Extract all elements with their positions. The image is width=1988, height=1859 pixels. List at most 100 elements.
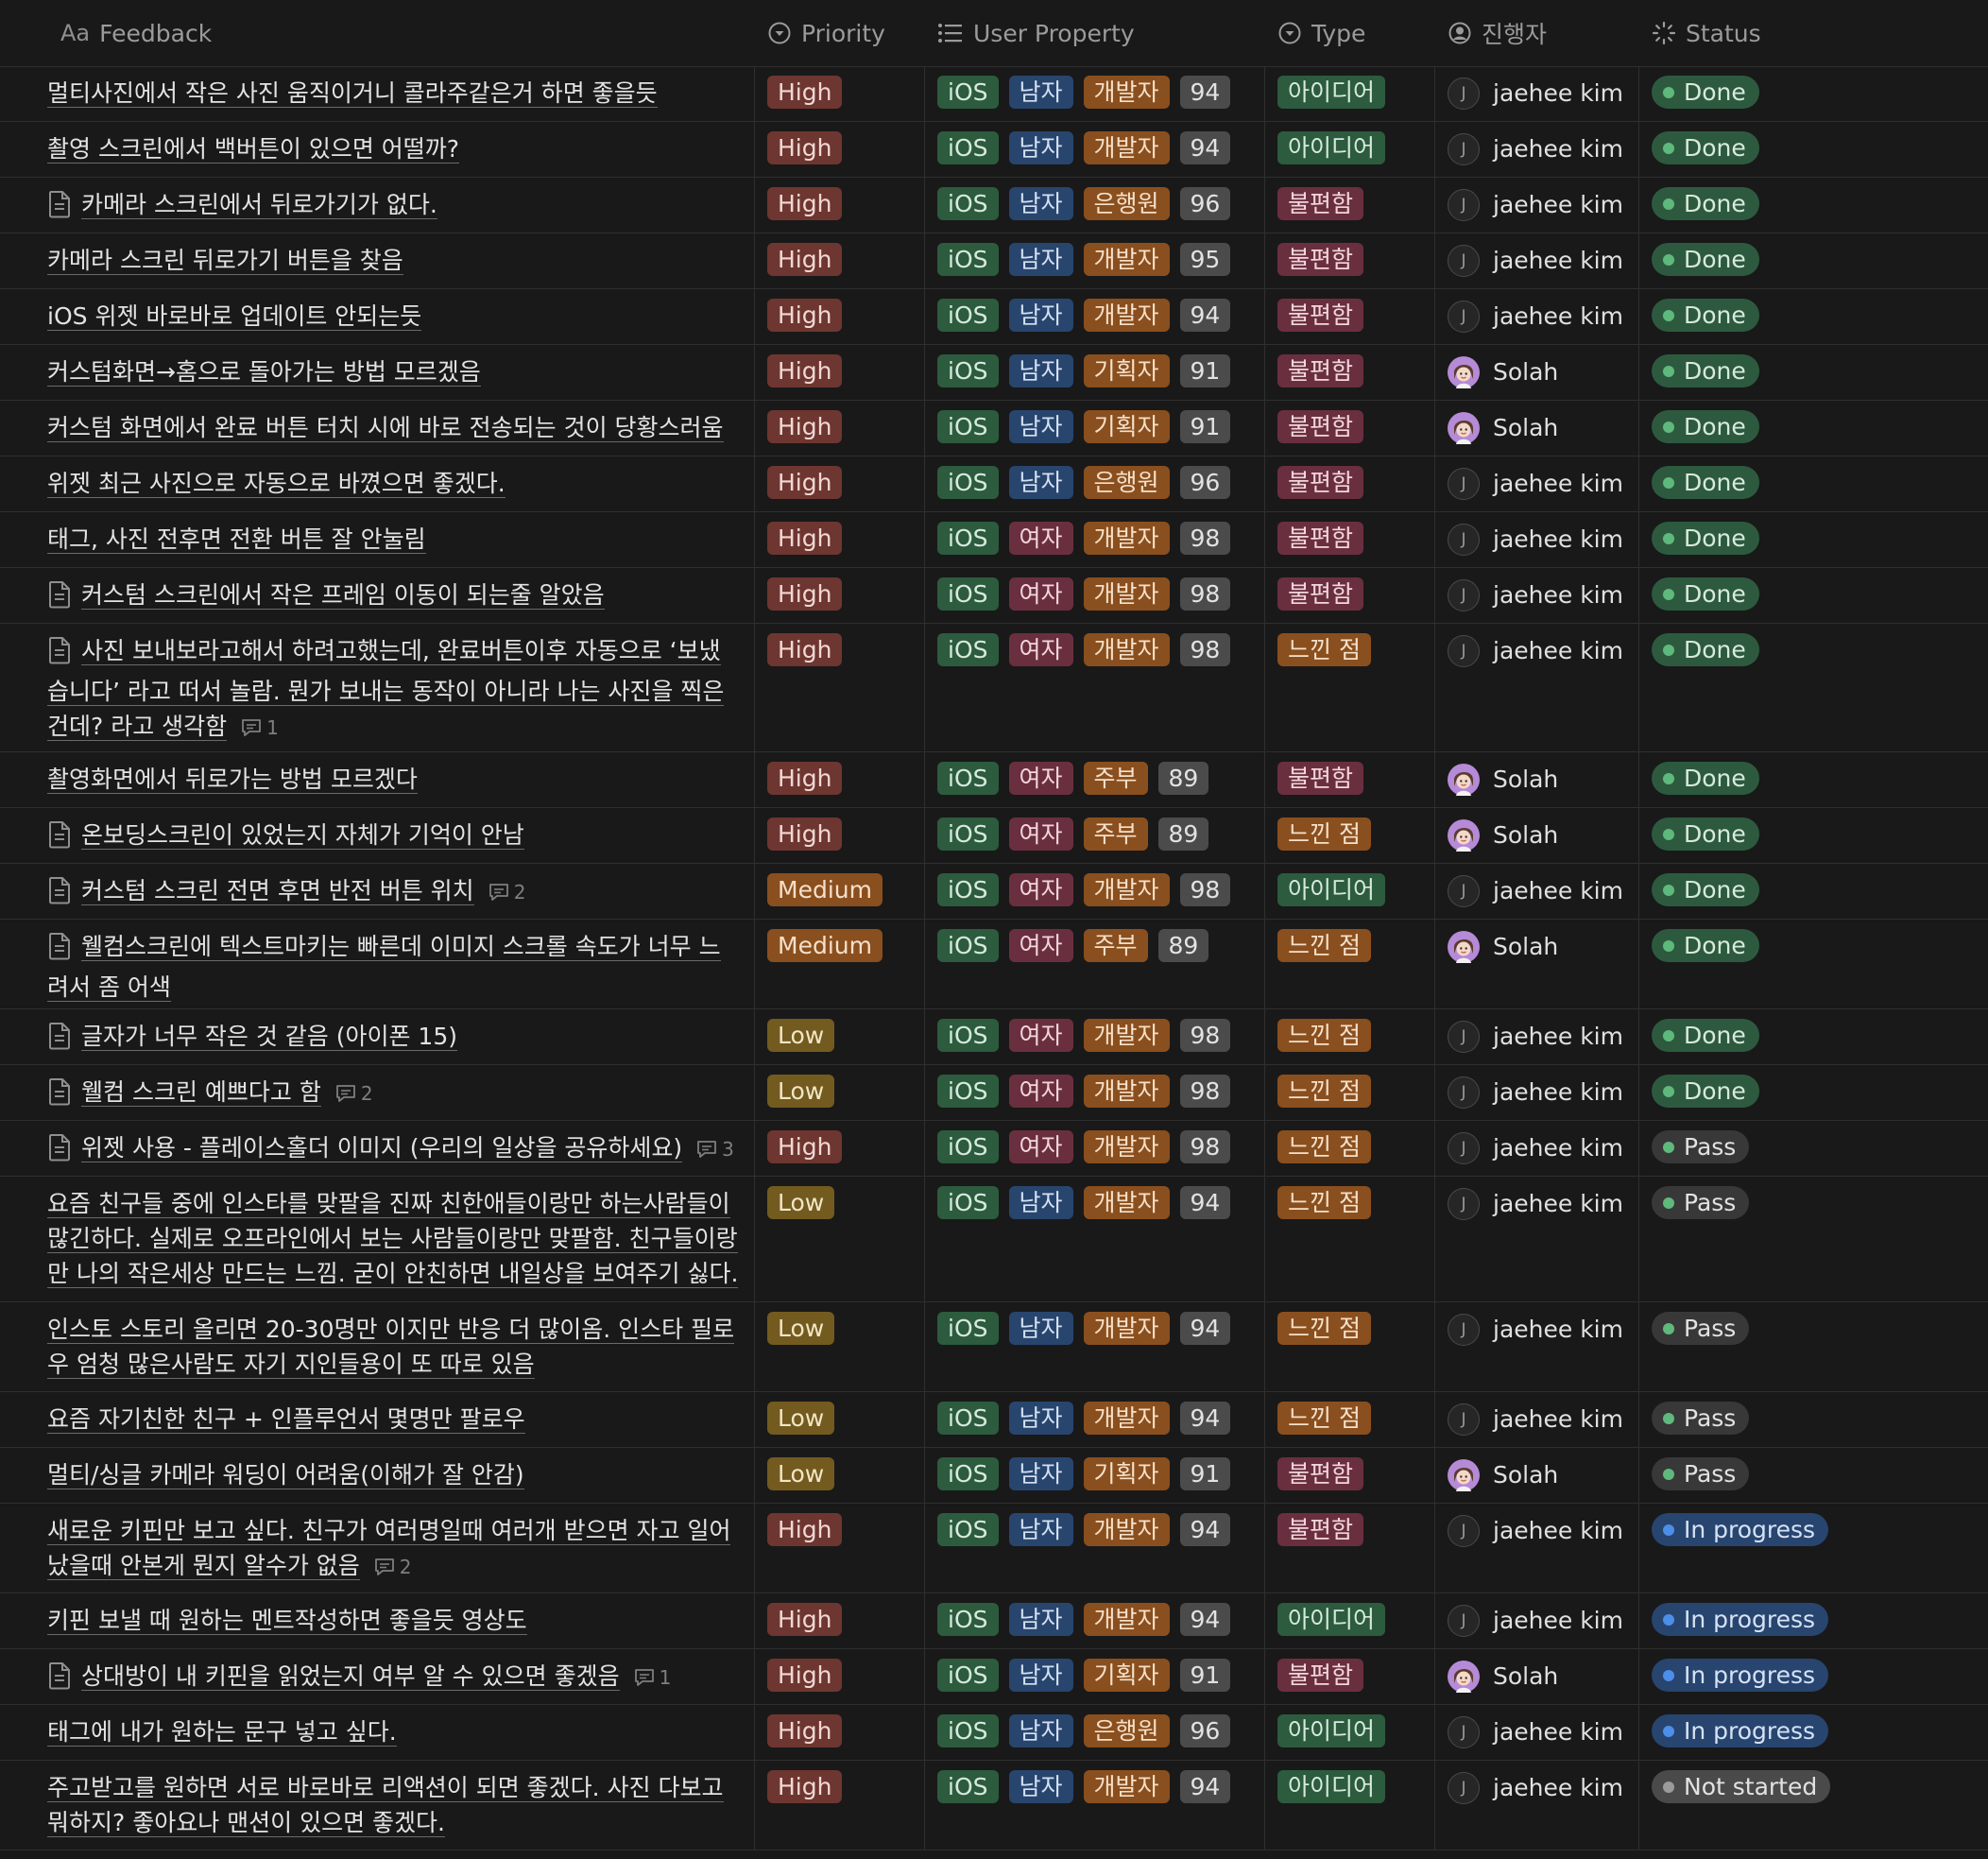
feedback-cell[interactable]: 커스텀화면→홈으로 돌아가는 방법 모르겠음 xyxy=(47,345,742,409)
priority-cell[interactable]: Low xyxy=(767,1312,845,1401)
feedback-title[interactable]: 커스텀화면→홈으로 돌아가는 방법 모르겠음 xyxy=(47,358,481,387)
feedback-title[interactable]: 촬영 스크린에서 백버튼이 있으면 어떨까? xyxy=(47,135,460,164)
comment-count[interactable]: 1 xyxy=(633,1666,671,1689)
column-header-user-property[interactable]: User Property xyxy=(937,0,1135,66)
user-property-cell[interactable]: iOS 여자 주부 89 xyxy=(937,929,1219,1018)
assignee-cell[interactable]: Jjaehee kim xyxy=(1448,873,1623,908)
table-row[interactable]: 요즘 친구들 중에 인스타를 맞팔을 진짜 친한애들이랑만 하는사람들이 많긴하… xyxy=(0,1177,1988,1302)
feedback-cell[interactable]: 커스텀 스크린 전면 후면 반전 버튼 위치 2 xyxy=(47,864,742,928)
feedback-cell[interactable]: 글자가 너무 작은 것 같음 (아이폰 15) xyxy=(47,1009,742,1074)
feedback-cell[interactable]: 상대방이 내 키핀을 읽었는지 여부 알 수 있으면 좋겠음 1 xyxy=(47,1649,742,1713)
type-cell[interactable]: 느낀 점 xyxy=(1277,1312,1381,1401)
feedback-title[interactable]: 웰컴 스크린 예쁘다고 함 xyxy=(81,1078,321,1107)
feedback-title[interactable]: 키핀 보낼 때 원하는 멘트작성하면 좋을듯 영상도 xyxy=(47,1607,527,1635)
feedback-cell[interactable]: 요즘 친구들 중에 인스타를 맞팔을 진짜 친한애들이랑만 하는사람들이 많긴하… xyxy=(47,1177,742,1311)
feedback-title[interactable]: 커스텀 화면에서 완료 버튼 터치 시에 바로 전송되는 것이 당황스러움 xyxy=(47,414,724,442)
table-row[interactable]: 웰컴스크린에 텍스트마키는 빠른데 이미지 스크롤 속도가 너무 느려서 좀 어… xyxy=(0,920,1988,1009)
user-property-cell[interactable]: iOS 남자 개발자 94 xyxy=(937,1513,1241,1602)
assignee-cell[interactable]: Jjaehee kim xyxy=(1448,633,1623,668)
priority-cell[interactable]: High xyxy=(767,633,852,761)
table-row[interactable]: 커스텀화면→홈으로 돌아가는 방법 모르겠음 High iOS 남자 기획자 91 불편함 S… xyxy=(0,345,1988,401)
comment-count[interactable]: 2 xyxy=(488,881,525,904)
feedback-cell[interactable]: 키핀 보낼 때 원하는 멘트작성하면 좋을듯 영상도 xyxy=(47,1593,742,1658)
assignee-cell[interactable]: Jjaehee kim xyxy=(1448,522,1623,557)
feedback-title[interactable]: 멀티/싱글 카메라 워딩이 어려움(이해가 잘 안감) xyxy=(47,1461,524,1489)
feedback-title[interactable]: 웰컴스크린에 텍스트마키는 빠른데 이미지 스크롤 속도가 너무 느려서 좀 어… xyxy=(47,933,721,1002)
table-row[interactable]: 상대방이 내 키핀을 읽었는지 여부 알 수 있으면 좋겠음 1 High iOS 남자… xyxy=(0,1649,1988,1705)
feedback-title[interactable]: 카메라 스크린에서 뒤로가기가 없다. xyxy=(81,191,437,219)
assignee-cell[interactable]: Jjaehee kim xyxy=(1448,187,1623,222)
type-cell[interactable]: 느낀 점 xyxy=(1277,633,1381,761)
feedback-title[interactable]: 인스토 스토리 올리면 20-30명만 이지만 반응 더 많이옴. 인스타 필로… xyxy=(47,1316,735,1379)
feedback-cell[interactable]: 태그에 내가 원하는 문구 넣고 싶다. xyxy=(47,1705,742,1769)
column-header-priority[interactable]: Priority xyxy=(767,0,885,66)
assignee-cell[interactable]: Jjaehee kim xyxy=(1448,1402,1623,1437)
column-header-feedback[interactable]: Aa Feedback xyxy=(60,0,212,66)
comment-count[interactable]: 2 xyxy=(334,1082,373,1105)
status-cell[interactable]: Pass xyxy=(1652,1186,1750,1311)
feedback-title[interactable]: 사진 보내보라고해서 하려고했는데, 완료버튼이후 자동으로 ‘보냈습니다’ 라… xyxy=(47,637,725,741)
user-property-cell[interactable]: iOS 남자 개발자 94 xyxy=(937,1186,1241,1311)
status-cell[interactable]: Pass xyxy=(1652,1312,1750,1401)
column-header-type[interactable]: Type xyxy=(1277,0,1365,66)
assignee-cell[interactable]: Solah xyxy=(1448,410,1558,445)
user-property-cell[interactable]: iOS 여자 개발자 98 xyxy=(937,633,1241,761)
feedback-cell[interactable]: 커스텀 스크린에서 작은 프레임 이동이 되는줄 알았음 xyxy=(47,568,742,632)
table-row[interactable]: 사진 보내보라고해서 하려고했는데, 완료버튼이후 자동으로 ‘보냈습니다’ 라… xyxy=(0,624,1988,752)
type-cell[interactable]: 느낀 점 xyxy=(1277,929,1381,1018)
feedback-cell[interactable]: 카메라 스크린 뒤로가기 버튼을 찾음 xyxy=(47,233,742,298)
feedback-title[interactable]: 위젯 사용 - 플레이스홀더 이미지 (우리의 일상을 공유하세요) xyxy=(81,1134,683,1162)
feedback-title[interactable]: 커스텀 스크린에서 작은 프레임 이동이 되는줄 알았음 xyxy=(81,581,605,610)
table-row[interactable]: 주고받고를 원하면 서로 바로바로 리액션이 되면 좋겠다. 사진 다보고 뭐하… xyxy=(0,1761,1988,1850)
feedback-title[interactable]: 카메라 스크린 뒤로가기 버튼을 찾음 xyxy=(47,247,403,275)
feedback-title[interactable]: 온보딩스크린이 있었는지 자체가 기억이 안남 xyxy=(81,821,524,850)
status-cell[interactable]: Done xyxy=(1652,633,1759,761)
feedback-title[interactable]: 상대방이 내 키핀을 읽었는지 여부 알 수 있으면 좋겠음 xyxy=(81,1662,620,1691)
table-row[interactable]: 촬영화면에서 뒤로가는 방법 모르겠다 High iOS 여자 주부 89 불편함 Solah… xyxy=(0,752,1988,808)
feedback-title[interactable]: 촬영화면에서 뒤로가는 방법 모르겠다 xyxy=(47,766,418,794)
priority-cell[interactable]: Medium xyxy=(767,929,893,1018)
assignee-cell[interactable]: Jjaehee kim xyxy=(1448,1603,1623,1638)
feedback-title[interactable]: 태그, 사진 전후면 전환 버튼 잘 안눌림 xyxy=(47,525,426,554)
assignee-cell[interactable]: Jjaehee kim xyxy=(1448,1513,1623,1548)
assignee-cell[interactable]: Solah xyxy=(1448,762,1558,797)
assignee-cell[interactable]: Solah xyxy=(1448,929,1558,964)
feedback-title[interactable]: 커스텀 스크린 전면 후면 반전 버튼 위치 xyxy=(81,877,474,905)
type-cell[interactable]: 불편함 xyxy=(1277,1513,1374,1602)
feedback-cell[interactable]: 사진 보내보라고해서 하려고했는데, 완료버튼이후 자동으로 ‘보냈습니다’ 라… xyxy=(47,624,742,761)
assignee-cell[interactable]: Jjaehee kim xyxy=(1448,1075,1623,1110)
feedback-cell[interactable]: 커스텀 화면에서 완료 버튼 터치 시에 바로 전송되는 것이 당황스러움 xyxy=(47,401,742,465)
table-row[interactable]: 태그에 내가 원하는 문구 넣고 싶다. High iOS 남자 은행원 96 아이디어 Jj… xyxy=(0,1705,1988,1761)
table-row[interactable]: 온보딩스크린이 있었는지 자체가 기억이 안남 High iOS 여자 주부 89 느낀 점… xyxy=(0,808,1988,864)
status-cell[interactable]: Not started xyxy=(1652,1770,1831,1859)
feedback-title[interactable]: iOS 위젯 바로바로 업데이트 안되는듯 xyxy=(47,302,422,331)
assignee-cell[interactable]: Jjaehee kim xyxy=(1448,299,1623,334)
assignee-cell[interactable]: Jjaehee kim xyxy=(1448,1714,1623,1749)
feedback-title[interactable]: 주고받고를 원하면 서로 바로바로 리액션이 되면 좋겠다. 사진 다보고 뭐하… xyxy=(47,1774,724,1837)
table-row[interactable]: 웰컴 스크린 예쁘다고 함 2 Low iOS 여자 개발자 98 느낀 점 Jjaehee k… xyxy=(0,1065,1988,1121)
feedback-title[interactable]: 글자가 너무 작은 것 같음 (아이폰 15) xyxy=(81,1023,458,1051)
assignee-cell[interactable]: Jjaehee kim xyxy=(1448,577,1623,612)
table-row[interactable]: 커스텀 스크린에서 작은 프레임 이동이 되는줄 알았음 High iOS 여자 개발자… xyxy=(0,568,1988,624)
table-row[interactable]: 키핀 보낼 때 원하는 멘트작성하면 좋을듯 영상도 High iOS 남자 개발자 94… xyxy=(0,1593,1988,1649)
feedback-cell[interactable]: 새로운 키핀만 보고 싶다. 친구가 여러명일때 여러개 받으면 자고 일어났을… xyxy=(47,1504,742,1602)
assignee-cell[interactable]: Jjaehee kim xyxy=(1448,1186,1623,1221)
feedback-title[interactable]: 요즘 자기친한 친구 + 인플루언서 몇명만 팔로우 xyxy=(47,1405,525,1434)
table-row[interactable]: 태그, 사진 전후면 전환 버튼 잘 안눌림 High iOS 여자 개발자 98 불편함 J… xyxy=(0,512,1988,568)
type-cell[interactable]: 아이디어 xyxy=(1277,1770,1396,1859)
feedback-cell[interactable]: 인스토 스토리 올리면 20-30명만 이지만 반응 더 많이옴. 인스타 필로… xyxy=(47,1302,742,1401)
user-property-cell[interactable]: iOS 남자 개발자 94 xyxy=(937,1770,1241,1859)
feedback-cell[interactable]: 멀티/싱글 카메라 워딩이 어려움(이해가 잘 안감) xyxy=(47,1448,742,1512)
status-cell[interactable]: In progress xyxy=(1652,1513,1829,1602)
feedback-cell[interactable]: 태그, 사진 전후면 전환 버튼 잘 안눌림 xyxy=(47,512,742,577)
comment-count[interactable]: 2 xyxy=(373,1556,412,1578)
comment-count[interactable]: 1 xyxy=(240,716,279,739)
assignee-cell[interactable]: Jjaehee kim xyxy=(1448,466,1623,501)
table-row[interactable]: 촬영 스크린에서 백버튼이 있으면 어떨까? High iOS 남자 개발자 94 아이디어… xyxy=(0,122,1988,178)
assignee-cell[interactable]: Solah xyxy=(1448,818,1558,852)
assignee-cell[interactable]: Jjaehee kim xyxy=(1448,1019,1623,1054)
table-row[interactable]: 커스텀 화면에서 완료 버튼 터치 시에 바로 전송되는 것이 당황스러움 Hig… xyxy=(0,401,1988,456)
user-property-cell[interactable]: iOS 남자 개발자 94 xyxy=(937,1312,1241,1401)
feedback-cell[interactable]: 촬영 스크린에서 백버튼이 있으면 어떨까? xyxy=(47,122,742,186)
table-row[interactable]: 멀티/싱글 카메라 워딩이 어려움(이해가 잘 안감) Low iOS 남자 기획자 91… xyxy=(0,1448,1988,1504)
